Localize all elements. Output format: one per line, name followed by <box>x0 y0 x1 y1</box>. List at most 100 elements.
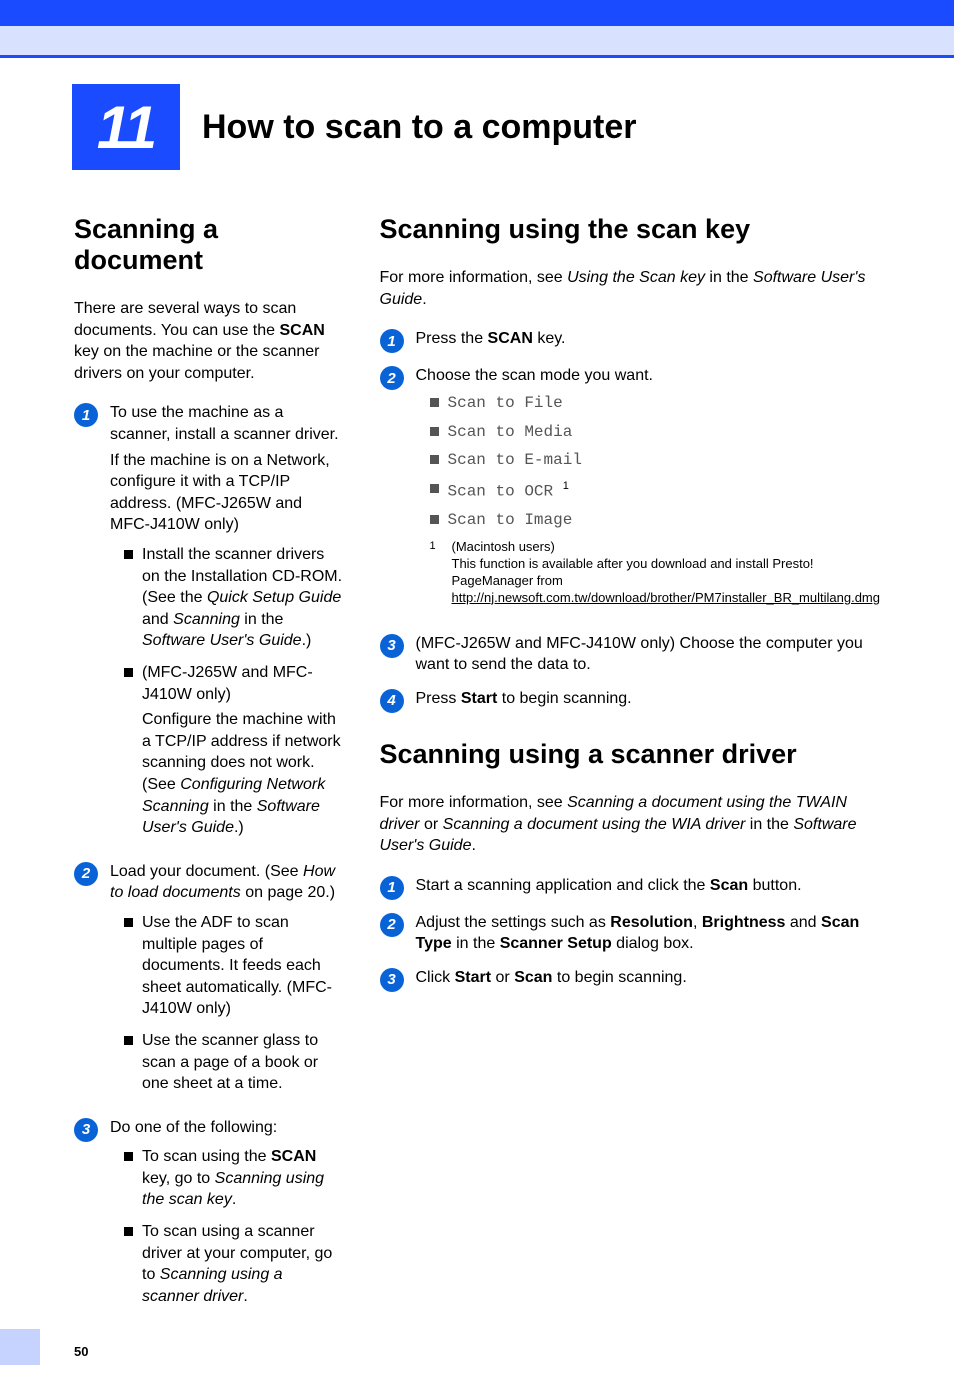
side-tab <box>0 1329 40 1365</box>
intro-paragraph: For more information, see Using the Scan… <box>380 267 881 310</box>
text: Press <box>416 690 461 707</box>
text: Choose the scan mode you want. <box>416 367 653 384</box>
text: key on the machine or the scanner driver… <box>74 343 319 382</box>
ref: Scanning a document using the WIA driver <box>443 816 746 833</box>
step-number-icon: 1 <box>380 876 404 900</box>
option-scan-to-media: Scan to Media <box>430 422 881 443</box>
step-1: 1 Press the SCAN key. <box>380 328 881 353</box>
text: and <box>142 611 173 628</box>
footnote: 1 (Macintosh users) This function is ava… <box>430 539 881 607</box>
step-number-icon: 3 <box>380 634 404 658</box>
step-3: 3 Click Start or Scan to begin scanning. <box>380 967 881 992</box>
setting-label: Brightness <box>702 914 786 931</box>
text: (Macintosh users) <box>452 539 881 556</box>
page: 11 How to scan to a computer Scanning a … <box>0 0 954 1389</box>
bullet-item: Use the scanner glass to scan a page of … <box>124 1030 344 1095</box>
step-number-icon: 2 <box>380 913 404 937</box>
text: . <box>232 1191 236 1208</box>
text: or <box>420 816 443 833</box>
intro-paragraph: There are several ways to scan documents… <box>74 298 344 384</box>
text: dialog box. <box>612 935 694 952</box>
option-scan-to-ocr: Scan to OCR 1 <box>430 479 881 502</box>
step-body: Press the SCAN key. <box>416 328 881 353</box>
ref: Software User's Guide <box>142 632 302 649</box>
chapter-header: 11 How to scan to a computer <box>72 84 954 170</box>
text: Adjust the settings such as <box>416 914 611 931</box>
ref: Quick Setup Guide <box>207 589 341 606</box>
text: To use the machine as a scanner, install… <box>110 402 344 445</box>
step-body: To use the machine as a scanner, install… <box>110 402 344 848</box>
section-heading-scanning-document: Scanning a document <box>74 214 344 276</box>
text: . <box>422 291 426 308</box>
bullet-item: (MFC-J265W and MFC-J410W only) Configure… <box>124 662 344 839</box>
scan-key-label: SCAN <box>279 322 324 339</box>
text: For more information, see <box>380 794 568 811</box>
text: Start a scanning application and click t… <box>416 877 710 894</box>
step-number-icon: 1 <box>380 329 404 353</box>
text: on page 20.) <box>241 884 335 901</box>
top-blue-tab <box>0 0 954 26</box>
ref: Using the Scan key <box>567 269 705 286</box>
text: (MFC-J265W and MFC-J410W only) <box>142 664 313 703</box>
chapter-number-box: 11 <box>72 84 180 170</box>
scan-button-label: Scan <box>710 877 748 894</box>
text: Load your document. (See <box>110 863 303 880</box>
bullet-item: Use the ADF to scan multiple pages of do… <box>124 912 344 1020</box>
step-number-icon: 2 <box>74 862 98 886</box>
step-1: 1 Start a scanning application and click… <box>380 875 881 900</box>
step-1: 1 To use the machine as a scanner, insta… <box>74 402 344 848</box>
step-2: 2 Adjust the settings such as Resolution… <box>380 912 881 955</box>
scan-label: Scan <box>514 969 552 986</box>
text: .) <box>302 632 312 649</box>
dialog-label: Scanner Setup <box>500 935 612 952</box>
step-4: 4 Press Start to begin scanning. <box>380 688 881 713</box>
text: in the <box>240 611 284 628</box>
option-scan-to-file: Scan to File <box>430 393 881 414</box>
text: Click <box>416 969 455 986</box>
text: . <box>471 837 475 854</box>
text: Scan to OCR <box>448 483 554 501</box>
sub-bullets: Use the ADF to scan multiple pages of do… <box>124 912 344 1095</box>
text: in the <box>209 798 257 815</box>
scan-mode-options: Scan to File Scan to Media Scan to E-mai… <box>430 393 881 531</box>
text: key, go to <box>142 1170 215 1187</box>
step-2: 2 Choose the scan mode you want. Scan to… <box>380 365 881 620</box>
step-number-icon: 1 <box>74 403 98 427</box>
option-scan-to-email: Scan to E-mail <box>430 450 881 471</box>
page-number: 50 <box>74 1344 88 1359</box>
text: to begin scanning. <box>497 690 631 707</box>
step-body: Choose the scan mode you want. Scan to F… <box>416 365 881 620</box>
start-label: Start <box>455 969 491 986</box>
download-link[interactable]: http://nj.newsoft.com.tw/download/brothe… <box>452 590 881 605</box>
section-heading-scanner-driver: Scanning using a scanner driver <box>380 739 881 770</box>
step-body: Start a scanning application and click t… <box>416 875 881 900</box>
right-column: Scanning using the scan key For more inf… <box>380 214 881 1329</box>
text: Press the <box>416 330 488 347</box>
option-scan-to-image: Scan to Image <box>430 510 881 531</box>
start-label: Start <box>461 690 497 707</box>
left-column: Scanning a document There are several wa… <box>74 214 344 1329</box>
text: or <box>491 969 514 986</box>
text: .) <box>234 819 244 836</box>
text: in the <box>745 816 793 833</box>
step-body: (MFC-J265W and MFC-J410W only) Choose th… <box>416 633 881 676</box>
bullet-item: To scan using a scanner driver at your c… <box>124 1221 344 1307</box>
content-columns: Scanning a document There are several wa… <box>0 214 954 1329</box>
scan-key-label: SCAN <box>271 1148 316 1165</box>
text: If the machine is on a Network, configur… <box>110 450 344 536</box>
text: key. <box>533 330 566 347</box>
step-2: 2 Load your document. (See How to load d… <box>74 861 344 1105</box>
chapter-title: How to scan to a computer <box>202 108 637 147</box>
text: To scan using the <box>142 1148 271 1165</box>
text: Do one of the following: <box>110 1119 277 1136</box>
step-number-icon: 3 <box>380 968 404 992</box>
step-body: Click Start or Scan to begin scanning. <box>416 967 881 992</box>
text: . <box>243 1288 247 1305</box>
text: There are several ways to scan documents… <box>74 300 296 339</box>
step-body: Load your document. (See How to load doc… <box>110 861 344 1105</box>
footnote-ref: 1 <box>563 480 569 492</box>
text: to begin scanning. <box>552 969 686 986</box>
text: For more information, see <box>380 269 568 286</box>
footnote-number: 1 <box>430 539 440 607</box>
text: , <box>693 914 702 931</box>
